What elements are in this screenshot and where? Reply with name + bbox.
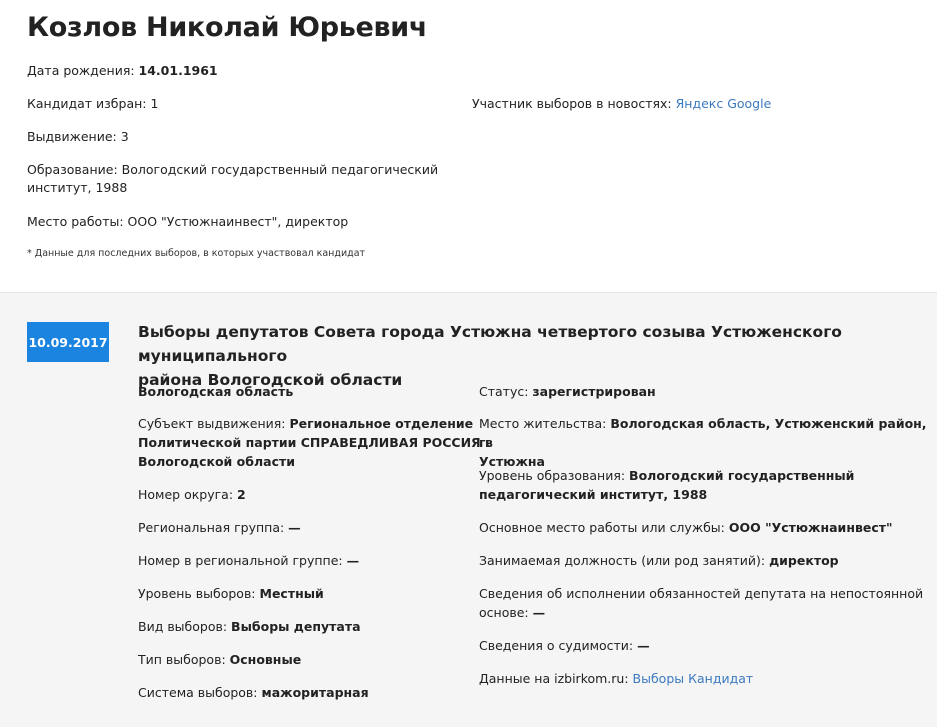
election-level: Уровень выборов: Местный [138,586,324,601]
residence: Место жительства: Вологодская область, У… [479,416,927,469]
election-type: Тип выборов: Основные [138,652,302,667]
education-level: Уровень образования: Вологодский государ… [479,468,855,502]
news-links: Участник выборов в новостях: Яндекс Goog… [472,96,772,111]
izbirkom-candidate-link[interactable]: Кандидат [688,671,753,686]
region: Вологодская область [138,384,294,399]
position: Занимаемая должность (или род занятий): … [479,553,839,568]
birth-date: Дата рождения: 14.01.1961 [27,63,218,78]
nomination-subject: Субъект выдвижения: Региональное отделен… [138,416,493,469]
izbirkom-election-link[interactable]: Выборы [633,671,685,686]
candidate-header: Козлов Николай Юрьевич Дата рождения: 14… [0,0,937,293]
election-system: Система выборов: мажоритарная [138,685,369,700]
data-note: * Данные для последних выборов, в которы… [27,248,366,259]
regional-group-number: Номер в региональной группе: — [138,553,360,568]
google-news-link[interactable]: Google [727,96,771,111]
election-date-badge: 10.09.2017 [27,322,109,362]
nomination-count: Выдвижение: 3 [27,129,129,144]
criminal-record: Сведения о судимости: — [479,638,650,653]
candidate-status: Статус: зарегистрирован [479,384,656,399]
yandex-news-link[interactable]: Яндекс [676,96,724,111]
district-number: Номер округа: 2 [138,487,246,502]
izbirkom-links: Данные на izbirkom.ru: Выборы Кандидат [479,671,754,686]
education: Образование: Вологодский государственный… [27,162,439,195]
election-kind: Вид выборов: Выборы депутата [138,619,361,634]
workplace: Место работы: ООО "Устюжнаинвест", дирек… [27,214,349,229]
candidate-name: Козлов Николай Юрьевич [27,12,428,43]
deputy-duties: Сведения об исполнении обязанностей депу… [479,586,924,620]
main-job: Основное место работы или службы: ООО "У… [479,520,893,535]
regional-group: Региональная группа: — [138,520,301,535]
elected-count: Кандидат избран: 1 [27,96,159,111]
